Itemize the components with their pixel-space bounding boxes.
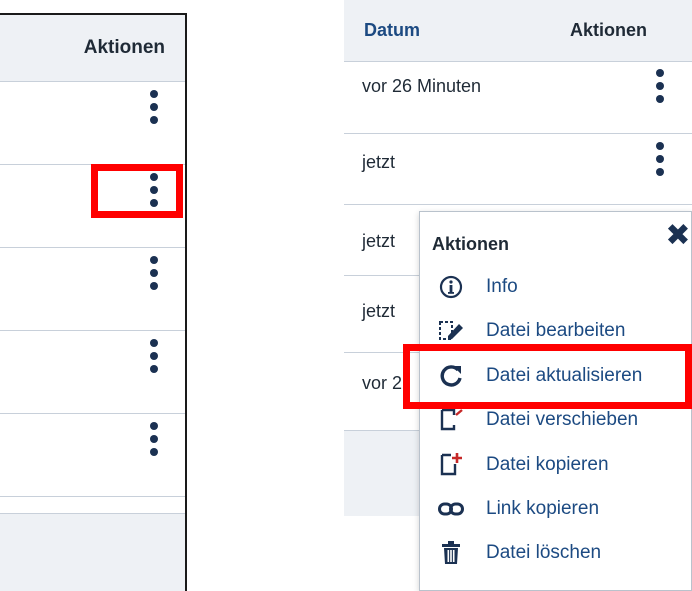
date-cell: jetzt	[362, 301, 396, 321]
kebab-menu-icon[interactable]	[150, 90, 158, 124]
menu-item-info[interactable]: Info	[420, 267, 692, 307]
kebab-menu-icon[interactable]	[656, 69, 664, 103]
table-row: vor 26 Minuten	[344, 61, 692, 134]
highlight-box	[403, 344, 692, 409]
table-row	[0, 248, 185, 331]
copy-file-icon	[438, 452, 464, 478]
menu-item-label: Datei bearbeiten	[486, 320, 626, 341]
left-actions-table: Aktionen	[0, 13, 187, 591]
link-icon	[438, 496, 464, 522]
highlight-box	[91, 164, 183, 218]
menu-item-copy-link[interactable]: Link kopieren	[420, 489, 692, 529]
column-header-label: Aktionen	[83, 37, 165, 58]
menu-item-label: Datei löschen	[486, 542, 602, 563]
date-cell: vor 26 Minuten	[362, 76, 482, 96]
trash-icon	[438, 540, 464, 566]
date-cell: jetzt	[362, 152, 396, 172]
table-row	[0, 331, 185, 414]
kebab-menu-icon[interactable]	[656, 142, 664, 176]
info-circle-icon	[438, 274, 464, 300]
menu-item-copy-file[interactable]: Datei kopieren	[420, 445, 692, 485]
column-header-aktionen: Aktionen	[570, 20, 648, 40]
edit-file-icon	[438, 318, 464, 344]
kebab-menu-icon[interactable]	[150, 422, 158, 456]
table-row	[0, 82, 185, 165]
date-cell: jetzt	[362, 231, 396, 251]
close-x-icon[interactable]: ✖	[665, 221, 691, 251]
menu-item-label: Link kopieren	[486, 498, 600, 519]
date-cell: vor 2	[362, 373, 403, 393]
table-row	[0, 414, 185, 497]
menu-item-label: Info	[486, 276, 518, 297]
kebab-menu-icon[interactable]	[150, 339, 158, 373]
move-file-icon	[438, 407, 464, 433]
column-header-datum[interactable]: Datum	[364, 20, 420, 41]
menu-item-delete-file[interactable]: Datei löschen	[420, 533, 692, 573]
table-header: Datum Aktionen	[344, 0, 692, 62]
table-footer	[0, 513, 185, 591]
menu-title: Aktionen	[432, 234, 510, 254]
table-row: jetzt	[344, 134, 692, 205]
menu-item-label: Datei kopieren	[486, 454, 609, 475]
column-header-aktionen: Aktionen	[0, 15, 185, 82]
menu-item-label: Datei verschieben	[486, 409, 639, 430]
kebab-menu-icon[interactable]	[150, 256, 158, 290]
